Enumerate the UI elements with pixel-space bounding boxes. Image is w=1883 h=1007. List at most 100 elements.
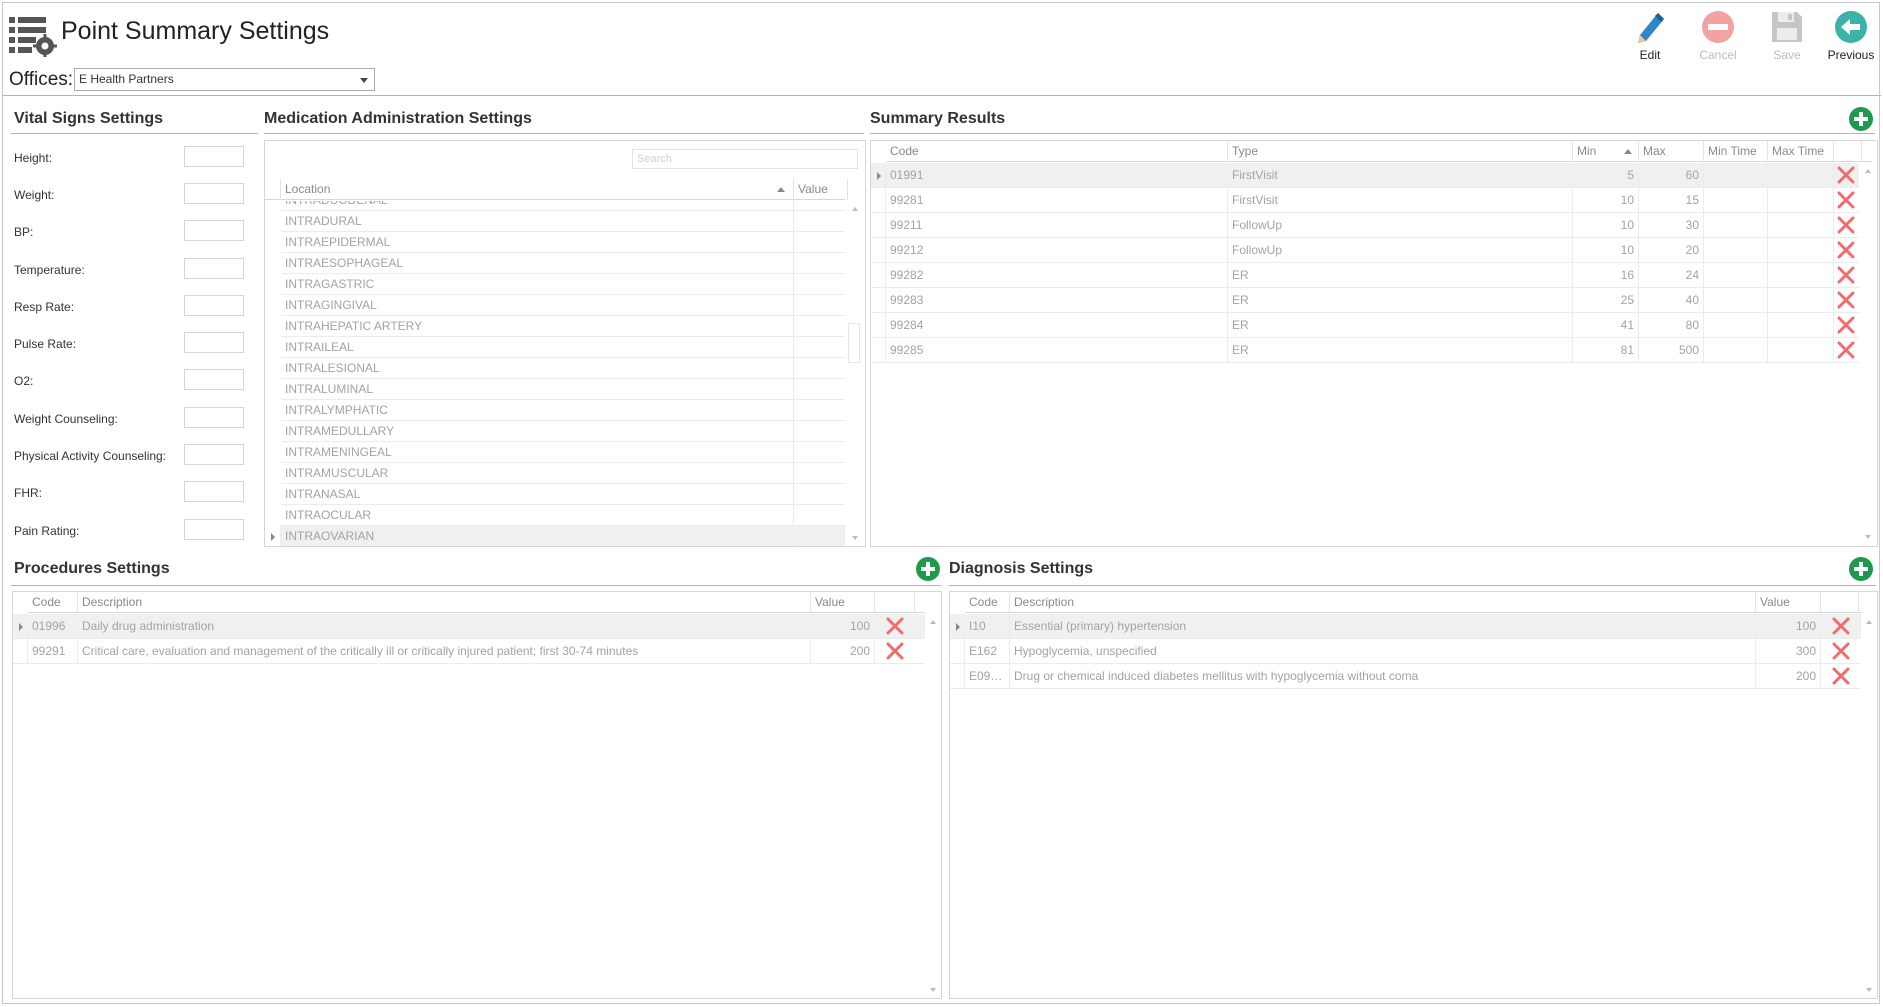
column-header-description[interactable]: Description xyxy=(78,592,811,613)
table-row[interactable]: INTRAOCULAR xyxy=(281,505,845,526)
table-row[interactable]: INTRAEPIDERMAL xyxy=(281,232,845,253)
previous-button[interactable]: Previous xyxy=(1821,9,1881,65)
delete-icon[interactable] xyxy=(1836,265,1856,285)
table-row[interactable]: INTRALYMPHATIC xyxy=(281,400,845,421)
table-row[interactable]: INTRAOVARIAN xyxy=(281,526,845,546)
diagnosis-scrollbar[interactable] xyxy=(1861,614,1877,998)
table-row[interactable]: INTRAESOPHAGEAL xyxy=(281,253,845,274)
column-header-value[interactable]: Value xyxy=(811,592,875,613)
delete-icon[interactable] xyxy=(1836,165,1856,185)
column-header-code[interactable]: Code xyxy=(965,592,1010,613)
table-row[interactable]: INTRANASAL xyxy=(281,484,845,505)
vital-input[interactable] xyxy=(184,295,244,316)
table-row[interactable]: E162 Hypoglycemia, unspecified 300 xyxy=(950,639,1861,664)
value-cell[interactable] xyxy=(794,316,845,337)
add-diagnosis-button[interactable] xyxy=(1848,556,1874,582)
summary-scrollbar[interactable] xyxy=(1859,163,1877,546)
column-header-value[interactable]: Value xyxy=(794,179,848,200)
value-cell[interactable] xyxy=(794,274,845,295)
delete-icon[interactable] xyxy=(1836,340,1856,360)
table-row[interactable]: INTRAILEAL xyxy=(281,337,845,358)
scroll-down-icon[interactable] xyxy=(930,988,936,992)
column-header-min-time[interactable]: Min Time xyxy=(1704,141,1768,162)
vital-input[interactable] xyxy=(184,481,244,502)
cancel-button[interactable]: Cancel xyxy=(1688,9,1748,65)
vital-input[interactable] xyxy=(184,146,244,167)
table-row[interactable]: 99291 Critical care, evaluation and manag… xyxy=(13,639,925,664)
vital-input[interactable] xyxy=(184,258,244,279)
column-header-description[interactable]: Description xyxy=(1010,592,1756,613)
medication-search-input[interactable]: Search xyxy=(632,149,858,169)
add-procedure-button[interactable] xyxy=(915,556,941,582)
table-row[interactable]: 99285 ER 81 500 xyxy=(871,338,1859,363)
vital-input[interactable] xyxy=(184,407,244,428)
value-cell[interactable] xyxy=(794,253,845,274)
table-row[interactable]: 99283 ER 25 40 xyxy=(871,288,1859,313)
value-cell[interactable] xyxy=(794,295,845,316)
value-cell[interactable] xyxy=(794,526,845,546)
scroll-down-icon[interactable] xyxy=(1865,535,1871,539)
vital-input[interactable] xyxy=(184,369,244,390)
edit-button[interactable]: Edit xyxy=(1620,9,1680,65)
value-cell[interactable] xyxy=(794,505,845,526)
delete-icon[interactable] xyxy=(1831,666,1851,686)
delete-icon[interactable] xyxy=(1836,290,1856,310)
column-header-max-time[interactable]: Max Time xyxy=(1768,141,1834,162)
table-row[interactable]: 99281 FirstVisit 10 15 xyxy=(871,188,1859,213)
table-row[interactable]: I10 Essential (primary) hypertension 100 xyxy=(950,614,1861,639)
scroll-up-icon[interactable] xyxy=(1865,169,1871,173)
value-cell[interactable] xyxy=(794,337,845,358)
value-cell[interactable] xyxy=(794,400,845,421)
delete-icon[interactable] xyxy=(1836,315,1856,335)
table-row[interactable]: 01996 Daily drug administration 100 xyxy=(13,614,925,639)
add-summary-result-button[interactable] xyxy=(1848,106,1874,132)
vital-input[interactable] xyxy=(184,519,244,540)
table-row[interactable]: 99212 FollowUp 10 20 xyxy=(871,238,1859,263)
value-cell[interactable] xyxy=(794,484,845,505)
vital-input[interactable] xyxy=(184,183,244,204)
column-header-min[interactable]: Min xyxy=(1573,141,1639,162)
delete-icon[interactable] xyxy=(1836,190,1856,210)
vital-input[interactable] xyxy=(184,444,244,465)
value-cell[interactable] xyxy=(794,463,845,484)
scroll-down-icon[interactable] xyxy=(852,536,858,540)
scroll-up-icon[interactable] xyxy=(852,207,858,211)
column-header-code[interactable]: Code xyxy=(28,592,78,613)
medication-scrollbar[interactable] xyxy=(845,201,865,546)
table-row[interactable]: INTRAHEPATIC ARTERY xyxy=(281,316,845,337)
table-row[interactable]: 99282 ER 16 24 xyxy=(871,263,1859,288)
table-row[interactable]: E096... Drug or chemical induced diabetes… xyxy=(950,664,1861,689)
delete-icon[interactable] xyxy=(1831,641,1851,661)
table-row[interactable]: INTRAMUSCULAR xyxy=(281,463,845,484)
table-row[interactable]: INTRALUMINAL xyxy=(281,379,845,400)
column-header-type[interactable]: Type xyxy=(1228,141,1573,162)
delete-icon[interactable] xyxy=(1836,215,1856,235)
scroll-up-icon[interactable] xyxy=(930,620,936,624)
table-row[interactable]: 99211 FollowUp 10 30 xyxy=(871,213,1859,238)
delete-icon[interactable] xyxy=(885,616,905,636)
value-cell[interactable] xyxy=(794,442,845,463)
scroll-down-icon[interactable] xyxy=(1866,988,1872,992)
value-cell[interactable] xyxy=(794,379,845,400)
value-cell[interactable] xyxy=(794,201,845,211)
table-row[interactable]: INTRAGINGIVAL xyxy=(281,295,845,316)
procedures-scrollbar[interactable] xyxy=(925,614,941,998)
delete-icon[interactable] xyxy=(1836,240,1856,260)
value-cell[interactable] xyxy=(794,211,845,232)
value-cell[interactable] xyxy=(794,232,845,253)
save-button[interactable]: Save xyxy=(1757,9,1817,65)
table-row[interactable]: 01991 FirstVisit 5 60 xyxy=(871,163,1859,188)
delete-icon[interactable] xyxy=(885,641,905,661)
vital-input[interactable] xyxy=(184,220,244,241)
scroll-up-icon[interactable] xyxy=(1866,620,1872,624)
value-cell[interactable] xyxy=(794,421,845,442)
column-header-max[interactable]: Max xyxy=(1639,141,1704,162)
scroll-thumb[interactable] xyxy=(848,323,860,363)
delete-icon[interactable] xyxy=(1831,616,1851,636)
vital-input[interactable] xyxy=(184,332,244,353)
table-row[interactable]: INTRAMEDULLARY xyxy=(281,421,845,442)
column-header-location[interactable]: Location xyxy=(281,179,794,200)
table-row[interactable]: INTRADURAL xyxy=(281,211,845,232)
table-row[interactable]: INTRALESIONAL xyxy=(281,358,845,379)
table-row[interactable]: INTRADUODENAL xyxy=(281,201,845,211)
